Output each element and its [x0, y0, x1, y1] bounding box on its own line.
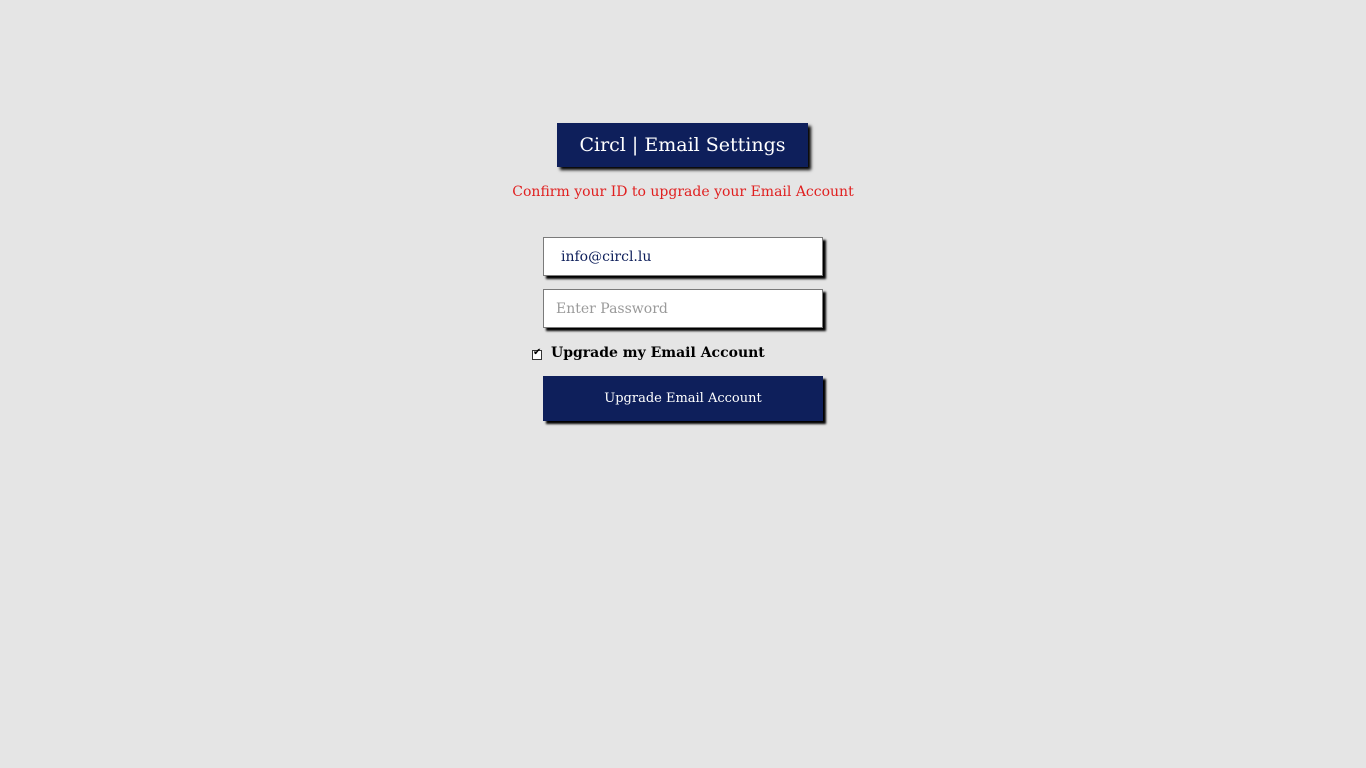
upgrade-email-account-button[interactable]: Upgrade Email Account: [543, 376, 823, 421]
login-page: Circl | Email Settings Confirm your ID t…: [0, 0, 1366, 768]
upgrade-checkbox[interactable]: ✔: [532, 347, 542, 360]
email-field[interactable]: [543, 237, 823, 276]
page-title: Circl | Email Settings: [557, 123, 808, 167]
upgrade-checkbox-label[interactable]: Upgrade my Email Account: [551, 345, 765, 361]
password-field[interactable]: [543, 289, 823, 328]
checkmark-icon: ✔: [533, 347, 542, 358]
upgrade-checkbox-row[interactable]: ✔ Upgrade my Email Account: [532, 343, 765, 363]
confirm-id-message: Confirm your ID to upgrade your Email Ac…: [512, 184, 854, 200]
